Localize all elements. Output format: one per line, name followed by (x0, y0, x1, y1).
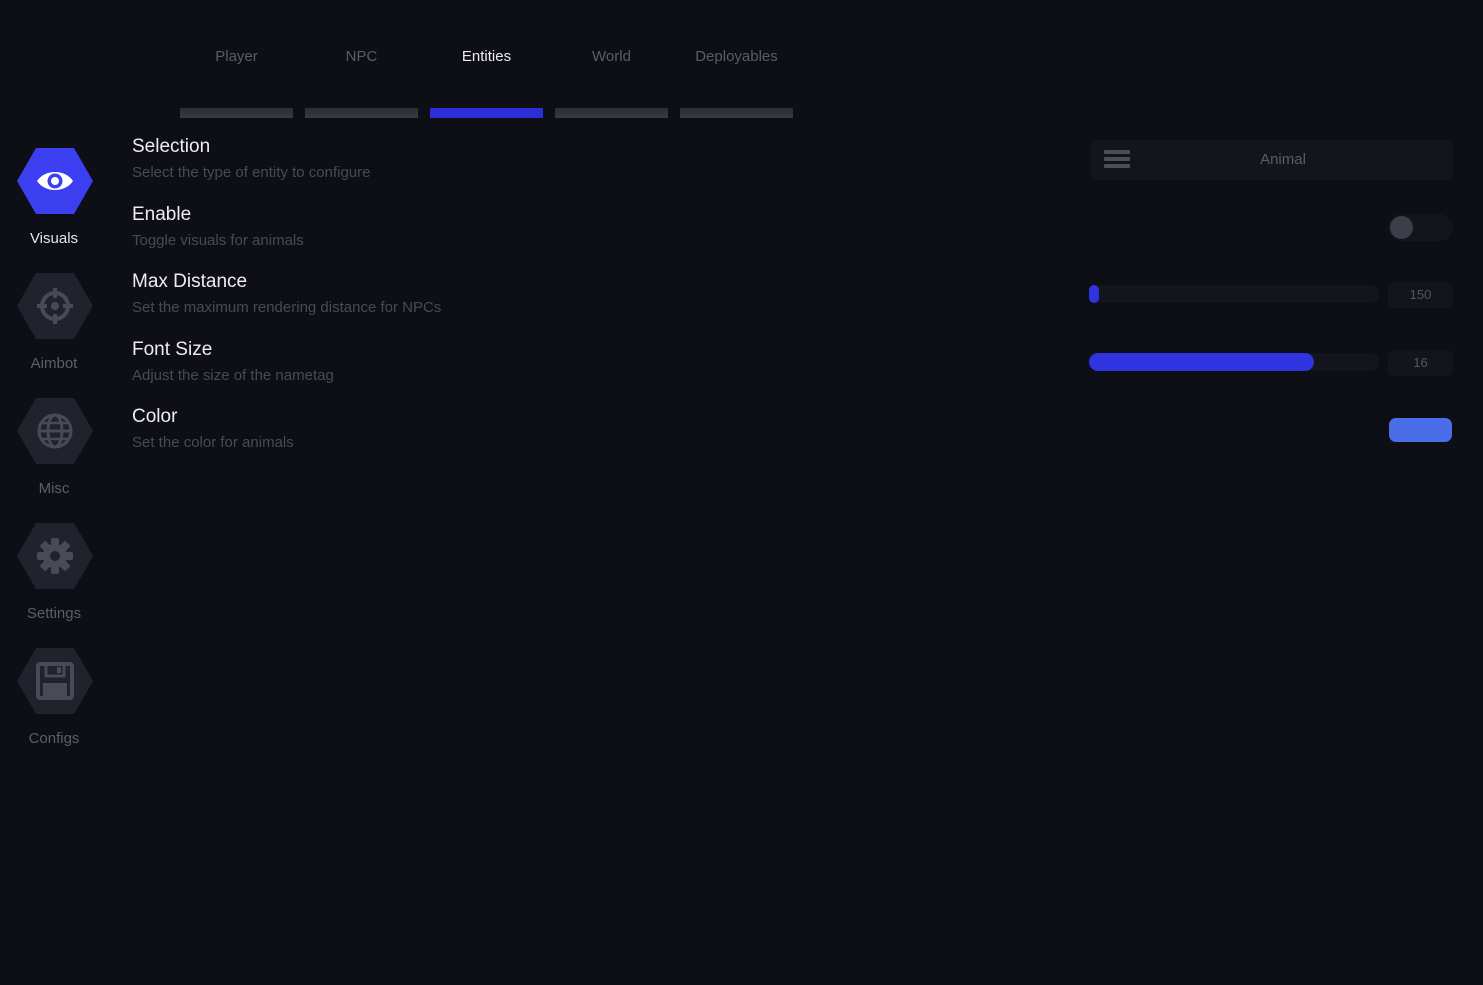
font-size-value[interactable]: 16 (1388, 350, 1453, 376)
setting-font-size: Font Size Adjust the size of the nametag (132, 338, 732, 386)
tab-indicator-active (430, 108, 543, 118)
max-distance-value[interactable]: 150 (1388, 282, 1453, 308)
setting-max-distance: Max Distance Set the maximum rendering d… (132, 270, 732, 318)
sidebar-item-label: Visuals (29, 230, 79, 247)
setting-selection: Selection Select the type of entity to c… (132, 135, 732, 183)
tab-world[interactable]: World (555, 40, 668, 120)
sidebar-item-label: Misc (38, 480, 70, 497)
setting-title: Max Distance (132, 271, 248, 292)
tab-indicator (680, 108, 793, 118)
setting-enable: Enable Toggle visuals for animals (132, 203, 732, 251)
slider-fill (1089, 285, 1099, 303)
tab-bar: Player NPC Entities World Deployables (180, 40, 800, 120)
enable-toggle[interactable] (1388, 214, 1453, 241)
setting-description: Select the type of entity to configure (132, 164, 371, 181)
globe-icon (17, 398, 93, 464)
toggle-knob (1390, 216, 1413, 239)
selection-dropdown[interactable]: Animal (1090, 140, 1453, 180)
sidebar-item-visuals[interactable]: Visuals (0, 140, 110, 255)
tab-indicator (305, 108, 418, 118)
setting-title: Color (132, 406, 178, 427)
max-distance-slider[interactable] (1089, 285, 1379, 303)
sidebar-item-settings[interactable]: Settings (0, 515, 110, 630)
setting-color: Color Set the color for animals (132, 405, 732, 453)
sidebar-item-label: Configs (28, 730, 80, 747)
sidebar-item-misc[interactable]: Misc (0, 390, 110, 505)
dropdown-selected-value: Animal (1260, 151, 1306, 168)
gear-icon (17, 523, 93, 589)
font-size-slider[interactable] (1089, 353, 1379, 371)
setting-title: Enable (132, 204, 192, 225)
setting-title: Font Size (132, 339, 213, 360)
app-window: Visuals Aimbot Misc Settings Configs Pla… (0, 0, 1483, 985)
tab-indicator (180, 108, 293, 118)
setting-description: Set the maximum rendering distance for N… (132, 299, 442, 316)
sidebar-item-configs[interactable]: Configs (0, 640, 110, 755)
setting-title: Selection (132, 136, 211, 157)
tab-npc[interactable]: NPC (305, 40, 418, 120)
sidebar-item-label: Settings (26, 605, 82, 622)
tab-deployables[interactable]: Deployables (680, 40, 793, 120)
sidebar-item-aimbot[interactable]: Aimbot (0, 265, 110, 380)
crosshair-icon (17, 273, 93, 339)
setting-description: Set the color for animals (132, 434, 294, 451)
eye-icon (17, 148, 93, 214)
color-picker-swatch[interactable] (1389, 418, 1452, 442)
tab-label: Deployables (695, 48, 778, 65)
tab-label: World (592, 48, 631, 65)
tab-indicator (555, 108, 668, 118)
setting-description: Adjust the size of the nametag (132, 367, 334, 384)
tab-label: NPC (345, 48, 378, 65)
tab-label: Entities (461, 48, 512, 65)
tab-entities[interactable]: Entities (430, 40, 543, 120)
floppy-disk-icon (17, 648, 93, 714)
tab-label: Player (215, 48, 258, 65)
slider-fill (1089, 353, 1314, 371)
tab-player[interactable]: Player (180, 40, 293, 120)
setting-description: Toggle visuals for animals (132, 232, 304, 249)
sidebar-item-label: Aimbot (30, 355, 78, 372)
